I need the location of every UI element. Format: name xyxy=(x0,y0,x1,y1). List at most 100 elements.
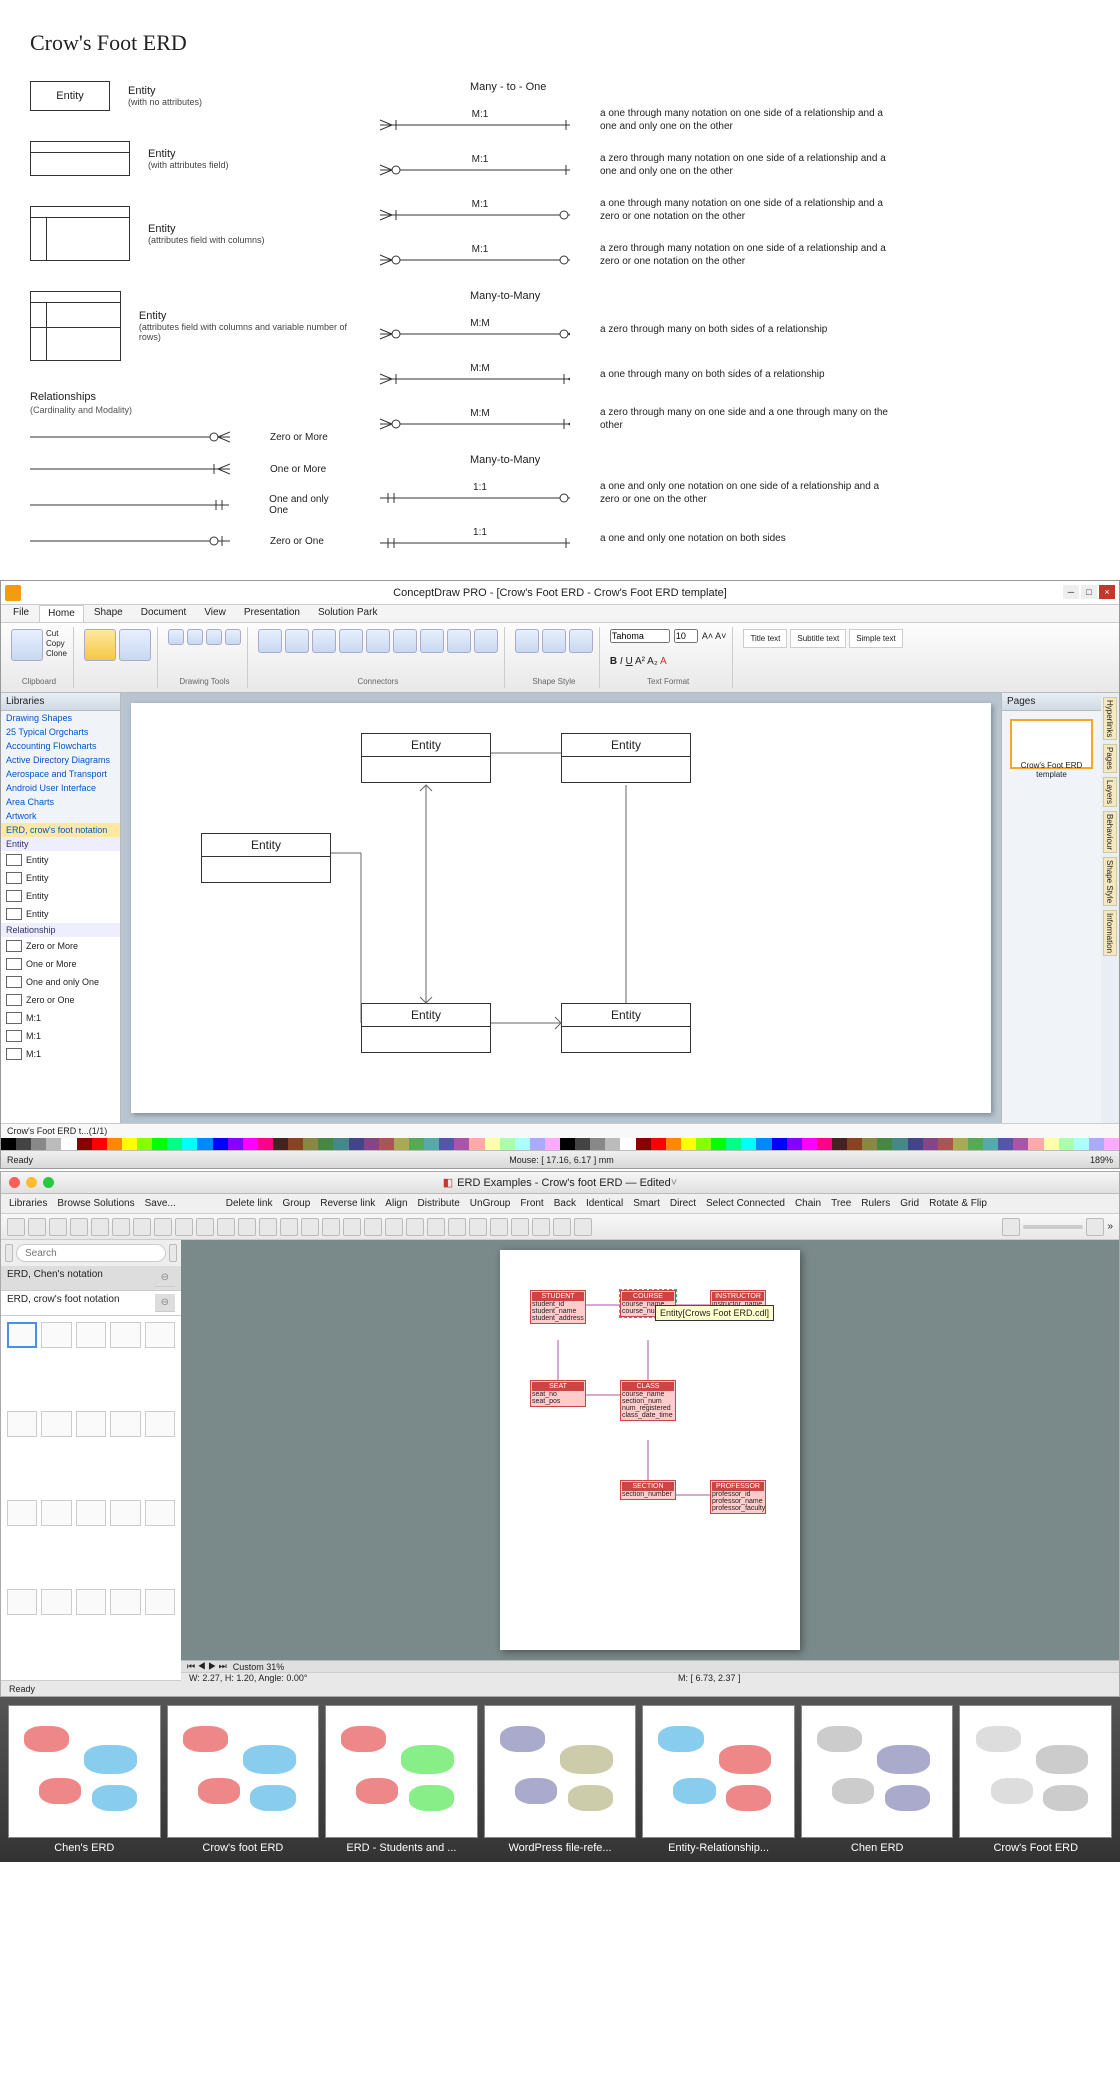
color-swatch[interactable] xyxy=(197,1138,212,1150)
gallery-item[interactable]: ERD - Students and ... xyxy=(325,1705,478,1854)
mac-menu-item[interactable]: Tree xyxy=(831,1198,851,1209)
color-swatch[interactable] xyxy=(847,1138,862,1150)
connector-tool-icon[interactable] xyxy=(447,629,471,653)
connector-tool-icon[interactable] xyxy=(366,629,390,653)
shape-thumbnail[interactable] xyxy=(41,1589,71,1615)
shape-thumbnail[interactable] xyxy=(110,1411,140,1437)
mac-canvas[interactable]: STUDENTstudent_idstudent_namestudent_add… xyxy=(181,1240,1119,1680)
shape-tool-icon[interactable] xyxy=(168,629,184,645)
shape-item[interactable]: Entity xyxy=(1,851,120,869)
color-swatch[interactable] xyxy=(394,1138,409,1150)
toolbar-icon[interactable] xyxy=(112,1218,130,1236)
toolbar-icon[interactable] xyxy=(322,1218,340,1236)
color-swatch[interactable] xyxy=(802,1138,817,1150)
shape-thumbnail[interactable] xyxy=(7,1411,37,1437)
connector-tool-icon[interactable] xyxy=(474,629,498,653)
color-swatch[interactable] xyxy=(454,1138,469,1150)
mac-menu-item[interactable]: Save... xyxy=(145,1198,176,1209)
color-swatch[interactable] xyxy=(862,1138,877,1150)
page-tab[interactable]: Crow's Foot ERD t...(1/1) xyxy=(7,1126,107,1136)
menu-item[interactable]: View xyxy=(196,605,234,622)
shape-thumbnail[interactable] xyxy=(76,1322,106,1348)
select-tool-icon[interactable] xyxy=(84,629,116,661)
shape-thumbnail[interactable] xyxy=(76,1500,106,1526)
close-button[interactable]: × xyxy=(1099,585,1115,599)
color-swatch[interactable] xyxy=(243,1138,258,1150)
color-swatch[interactable] xyxy=(61,1138,76,1150)
library-item[interactable]: Drawing Shapes xyxy=(1,711,120,725)
shape-thumbnail[interactable] xyxy=(145,1322,175,1348)
library-tab[interactable]: ERD, Chen's notation ⊖ xyxy=(1,1266,181,1291)
library-selected[interactable]: ERD, crow's foot notation xyxy=(1,823,120,837)
paste-icon[interactable] xyxy=(11,629,43,661)
color-swatch[interactable] xyxy=(1059,1138,1074,1150)
library-item[interactable]: Active Directory Diagrams xyxy=(1,753,120,767)
color-swatch[interactable] xyxy=(228,1138,243,1150)
toolbar-icon[interactable] xyxy=(133,1218,151,1236)
shape-thumbnail[interactable] xyxy=(110,1322,140,1348)
shape-thumbnail[interactable] xyxy=(41,1500,71,1526)
menu-item[interactable]: Presentation xyxy=(236,605,308,622)
color-swatch[interactable] xyxy=(31,1138,46,1150)
color-swatch[interactable] xyxy=(122,1138,137,1150)
toolbar-icon[interactable] xyxy=(301,1218,319,1236)
color-swatch[interactable] xyxy=(605,1138,620,1150)
toolbar-icon[interactable] xyxy=(259,1218,277,1236)
mac-close-button[interactable] xyxy=(9,1177,20,1188)
mac-menu-item[interactable]: Reverse link xyxy=(320,1198,375,1209)
color-swatch[interactable] xyxy=(1028,1138,1043,1150)
toolbar-icon[interactable] xyxy=(427,1218,445,1236)
color-swatch[interactable] xyxy=(1089,1138,1104,1150)
library-tab[interactable]: ERD, crow's foot notation ⊖ xyxy=(1,1291,181,1316)
color-swatch[interactable] xyxy=(500,1138,515,1150)
color-swatch[interactable] xyxy=(983,1138,998,1150)
color-swatch[interactable] xyxy=(152,1138,167,1150)
shape-tool-icon[interactable] xyxy=(206,629,222,645)
color-swatch[interactable] xyxy=(953,1138,968,1150)
side-tab[interactable]: Hyperlinks xyxy=(1103,697,1117,740)
color-palette[interactable] xyxy=(1,1138,1119,1150)
mac-menu-item[interactable]: Rulers xyxy=(861,1198,890,1209)
connector-tool-icon[interactable] xyxy=(285,629,309,653)
shape-thumbnail[interactable] xyxy=(41,1322,71,1348)
color-swatch[interactable] xyxy=(590,1138,605,1150)
minimize-button[interactable]: ─ xyxy=(1063,585,1079,599)
color-swatch[interactable] xyxy=(92,1138,107,1150)
gallery-item[interactable]: Crow's foot ERD xyxy=(167,1705,320,1854)
toolbar-icon[interactable] xyxy=(448,1218,466,1236)
line-icon[interactable] xyxy=(542,629,566,653)
library-item[interactable]: Android User Interface xyxy=(1,781,120,795)
color-swatch[interactable] xyxy=(923,1138,938,1150)
color-swatch[interactable] xyxy=(892,1138,907,1150)
color-swatch[interactable] xyxy=(167,1138,182,1150)
mac-menu-item[interactable]: Delete link xyxy=(226,1198,273,1209)
page-thumbnail[interactable]: Crow's Foot ERD template xyxy=(1010,719,1093,769)
mac-menu-item[interactable]: Grid xyxy=(900,1198,919,1209)
shape-thumbnail[interactable] xyxy=(145,1500,175,1526)
color-swatch[interactable] xyxy=(756,1138,771,1150)
shape-thumbnail[interactable] xyxy=(145,1589,175,1615)
entity-box[interactable]: Entity xyxy=(361,733,491,783)
font-select[interactable] xyxy=(610,629,670,643)
fill-icon[interactable] xyxy=(515,629,539,653)
color-swatch[interactable] xyxy=(620,1138,635,1150)
style-preset[interactable]: Simple text xyxy=(849,629,903,648)
connector-tool-icon[interactable] xyxy=(258,629,282,653)
mac-menu-item[interactable]: Chain xyxy=(795,1198,821,1209)
color-swatch[interactable] xyxy=(1,1138,16,1150)
color-swatch[interactable] xyxy=(998,1138,1013,1150)
color-swatch[interactable] xyxy=(1013,1138,1028,1150)
toolbar-icon[interactable] xyxy=(154,1218,172,1236)
color-swatch[interactable] xyxy=(182,1138,197,1150)
mac-menu-item[interactable]: Smart xyxy=(633,1198,660,1209)
color-swatch[interactable] xyxy=(1074,1138,1089,1150)
entity-box[interactable]: Entity xyxy=(561,1003,691,1053)
style-preset[interactable]: Title text xyxy=(743,629,787,648)
shape-item[interactable]: One or More xyxy=(1,955,120,973)
color-swatch[interactable] xyxy=(485,1138,500,1150)
library-item[interactable]: Artwork xyxy=(1,809,120,823)
gallery-item[interactable]: Chen's ERD xyxy=(8,1705,161,1854)
color-swatch[interactable] xyxy=(575,1138,590,1150)
color-swatch[interactable] xyxy=(877,1138,892,1150)
shape-item[interactable]: Zero or One xyxy=(1,991,120,1009)
